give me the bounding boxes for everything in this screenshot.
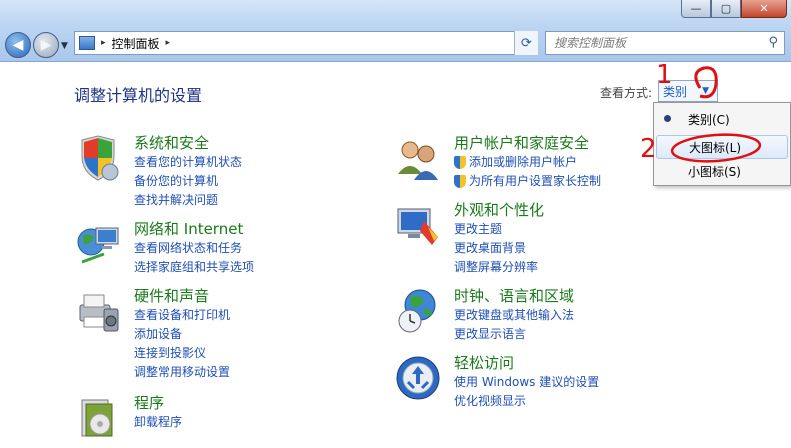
menu-item-large-icons[interactable]: 大图标(L) [656, 135, 788, 159]
search-icon[interactable]: ⚲ [768, 35, 778, 50]
annotation-step-1: 1 [656, 60, 673, 90]
menu-item-label[interactable]: 类别(C) [688, 111, 730, 128]
uac-shield-icon [454, 156, 466, 169]
link-view-computer-status[interactable]: 查看您的计算机状态 [134, 153, 242, 172]
link-connect-projector[interactable]: 连接到投影仪 [134, 344, 230, 363]
category-title[interactable]: 轻松访问 [454, 354, 599, 373]
link-text[interactable]: 添加或删除用户帐户 [469, 153, 577, 172]
search-input[interactable] [552, 35, 752, 51]
arrow-left-icon: ◀ [12, 37, 24, 53]
link-change-input-method[interactable]: 更改键盘或其他输入法 [454, 306, 574, 325]
globe-clock-icon[interactable] [394, 287, 442, 335]
link-troubleshoot[interactable]: 查找并解决问题 [134, 191, 242, 210]
link-backup-computer[interactable]: 备份您的计算机 [134, 172, 242, 191]
search-box[interactable]: ⚲ [545, 31, 785, 55]
arrow-right-icon: ▶ [40, 37, 52, 53]
address-bar[interactable]: ▸ 控制面板 ▸ ▼ [74, 31, 538, 55]
category-network-internet: 网络和 Internet 查看网络状态和任务 选择家庭组和共享选项 [74, 220, 254, 277]
category-title[interactable]: 程序 [134, 394, 182, 413]
link-homegroup-sharing[interactable]: 选择家庭组和共享选项 [134, 258, 254, 277]
link-recommended-settings[interactable]: 使用 Windows 建议的设置 [454, 373, 599, 392]
link-text[interactable]: 为所有用户设置家长控制 [469, 172, 601, 191]
close-button[interactable]: ✕ [741, 0, 787, 18]
annotation-step-2: 2 [640, 134, 657, 164]
link-mobility-settings[interactable]: 调整常用移动设置 [134, 363, 230, 382]
shield-icon[interactable] [74, 134, 122, 182]
maximize-button[interactable]: ▢ [711, 0, 741, 18]
appearance-icon[interactable] [394, 201, 442, 249]
refresh-icon: ⟳ [521, 35, 532, 51]
link-add-remove-accounts[interactable]: 添加或删除用户帐户 [454, 153, 601, 172]
window-controls: — ▢ ✕ [681, 0, 787, 18]
back-button[interactable]: ◀ [5, 32, 31, 58]
refresh-button[interactable]: ⟳ [514, 31, 538, 55]
chevron-down-icon[interactable]: ▼ [702, 86, 709, 96]
category-title[interactable]: 外观和个性化 [454, 201, 544, 220]
view-by-menu: 类别(C) 大图标(L) 小图标(S) [653, 102, 791, 186]
link-network-status[interactable]: 查看网络状态和任务 [134, 239, 254, 258]
link-devices-printers[interactable]: 查看设备和打印机 [134, 306, 230, 325]
uac-shield-icon [454, 175, 466, 188]
category-appearance: 外观和个性化 更改主题 更改桌面背景 调整屏幕分辨率 [394, 201, 544, 277]
breadcrumb-separator[interactable]: ▸ [166, 38, 171, 48]
category-title[interactable]: 系统和安全 [134, 134, 242, 153]
link-change-display-language[interactable]: 更改显示语言 [454, 325, 574, 344]
printer-icon[interactable] [74, 287, 122, 335]
category-programs: 程序 卸载程序 [74, 394, 182, 442]
link-desktop-background[interactable]: 更改桌面背景 [454, 239, 544, 258]
category-user-accounts: 用户帐户和家庭安全 添加或删除用户帐户 为所有用户设置家长控制 [394, 134, 601, 191]
category-hardware-sound: 硬件和声音 查看设备和打印机 添加设备 连接到投影仪 调整常用移动设置 [74, 287, 230, 382]
category-title[interactable]: 时钟、语言和区域 [454, 287, 574, 306]
category-title[interactable]: 硬件和声音 [134, 287, 230, 306]
radio-bullet-icon [664, 115, 671, 122]
link-screen-resolution[interactable]: 调整屏幕分辨率 [454, 258, 544, 277]
recent-pages-dropdown[interactable]: ▼ [61, 41, 68, 51]
menu-item-label[interactable]: 大图标(L) [689, 139, 741, 156]
title-bar: — ▢ ✕ ◀ ▶ ▼ ▸ 控制面板 ▸ ▼ ⟳ ⚲ [0, 0, 791, 62]
forward-button[interactable]: ▶ [33, 32, 59, 58]
users-icon[interactable] [394, 134, 442, 182]
view-by-label: 查看方式: [600, 86, 653, 100]
page-title: 调整计算机的设置 [74, 86, 203, 105]
menu-item-label[interactable]: 小图标(S) [688, 163, 741, 180]
category-title[interactable]: 网络和 Internet [134, 220, 254, 239]
ease-of-access-icon[interactable] [394, 354, 442, 402]
network-icon[interactable] [74, 220, 122, 268]
menu-item-category[interactable]: 类别(C) [654, 107, 790, 131]
control-panel-icon [79, 36, 95, 50]
link-change-theme[interactable]: 更改主题 [454, 220, 544, 239]
chevron-down-icon: ▼ [61, 41, 68, 51]
link-optimize-video[interactable]: 优化视频显示 [454, 392, 599, 411]
breadcrumb-separator[interactable]: ▸ [101, 38, 106, 48]
programs-icon[interactable] [74, 394, 122, 442]
menu-item-small-icons[interactable]: 小图标(S) [654, 159, 790, 183]
link-parental-controls[interactable]: 为所有用户设置家长控制 [454, 172, 601, 191]
breadcrumb-control-panel[interactable]: 控制面板 [112, 35, 160, 52]
link-add-device[interactable]: 添加设备 [134, 325, 230, 344]
category-title[interactable]: 用户帐户和家庭安全 [454, 134, 601, 153]
category-clock-language-region: 时钟、语言和区域 更改键盘或其他输入法 更改显示语言 [394, 287, 574, 344]
category-ease-of-access: 轻松访问 使用 Windows 建议的设置 优化视频显示 [394, 354, 599, 411]
category-system-security: 系统和安全 查看您的计算机状态 备份您的计算机 查找并解决问题 [74, 134, 242, 210]
minimize-button[interactable]: — [681, 0, 711, 18]
link-uninstall-program[interactable]: 卸载程序 [134, 413, 182, 432]
